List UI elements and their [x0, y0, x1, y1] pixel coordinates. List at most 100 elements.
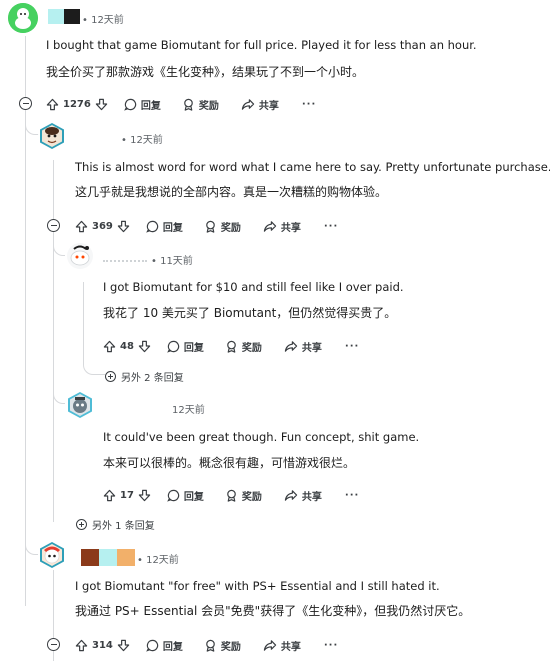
reply-button[interactable]: 回复: [167, 488, 204, 503]
more-options-button[interactable]: ···: [302, 99, 316, 110]
username-redacted[interactable]: [103, 254, 147, 262]
comment-text-cn: 我花了 10 美元买了 Biomutant，但仍然觉得买贵了。: [103, 306, 397, 320]
downvote-icon[interactable]: [117, 639, 130, 652]
share-button[interactable]: 共享: [284, 488, 322, 503]
share-icon: [263, 639, 277, 651]
vote-group: 48: [103, 340, 151, 353]
comment-actions: 1276 回复 奖励 共享 ···: [46, 95, 316, 113]
comment-actions: 17 回复 奖励 共享 ···: [103, 486, 359, 504]
comment-actions: 48 回复 奖励 共享 ···: [103, 337, 359, 355]
comment-text-en: I bought that game Biomutant for full pr…: [46, 38, 477, 52]
award-icon: [227, 489, 236, 502]
snoo-avatar-icon: [8, 3, 38, 33]
share-button[interactable]: 共享: [284, 339, 322, 354]
share-icon: [284, 340, 298, 352]
more-options-button[interactable]: ···: [345, 490, 359, 501]
more-replies-button[interactable]: 另外 2 条回复: [105, 369, 184, 384]
vote-count: 369: [92, 220, 113, 232]
award-icon: [206, 220, 215, 233]
thread-elbow: [83, 355, 105, 375]
snoo-avatar-icon: [67, 243, 93, 269]
username-redacted[interactable]: [99, 549, 117, 566]
award-button[interactable]: 奖励: [182, 97, 219, 112]
avatar[interactable]: [66, 242, 94, 270]
comment-icon: [124, 98, 137, 111]
more-options-button[interactable]: ···: [345, 341, 359, 352]
reply-button[interactable]: 回复: [124, 97, 161, 112]
thread-line-level2: [53, 160, 54, 522]
upvote-icon[interactable]: [75, 639, 88, 652]
more-replies-button[interactable]: 另外 1 条回复: [76, 517, 155, 532]
username-redacted[interactable]: [81, 549, 99, 566]
avatar[interactable]: [8, 3, 38, 33]
comment-timestamp: 12天前: [172, 405, 205, 416]
comment-text-cn: 本来可以很棒的。概念很有趣，可惜游戏很烂。: [103, 456, 356, 470]
award-icon: [227, 340, 236, 353]
upvote-icon[interactable]: [46, 98, 59, 111]
comment-actions: 369 回复 奖励 共享 ···: [75, 217, 338, 235]
upvote-icon[interactable]: [103, 340, 116, 353]
downvote-icon[interactable]: [95, 98, 108, 111]
comment-actions: 314 回复 奖励 共享 ···: [75, 636, 338, 654]
hexagon-avatar-icon: [68, 392, 92, 418]
comment-icon: [146, 220, 159, 233]
comment-timestamp: • 12天前: [121, 135, 163, 146]
comment-timestamp: • 12天前: [137, 555, 179, 566]
downvote-icon[interactable]: [138, 489, 151, 502]
award-button[interactable]: 奖励: [225, 488, 262, 503]
upvote-icon[interactable]: [75, 220, 88, 233]
comment-text-cn: 这几乎就是我想说的全部内容。真是一次糟糕的购物体验。: [75, 185, 388, 199]
collapse-icon[interactable]: [47, 219, 60, 232]
username-redacted[interactable]: [64, 9, 80, 24]
comment-timestamp: • 11天前: [151, 256, 193, 267]
avatar[interactable]: [38, 541, 66, 569]
downvote-icon[interactable]: [138, 340, 151, 353]
award-icon: [184, 98, 193, 111]
more-options-button[interactable]: ···: [324, 640, 338, 651]
share-icon: [241, 98, 255, 110]
vote-group: 369: [75, 220, 130, 233]
comment-text-en: It could've been great though. Fun conce…: [103, 430, 420, 444]
hexagon-avatar-icon: [40, 542, 64, 568]
comment-text-en: I got Biomutant for $10 and still feel l…: [103, 280, 404, 294]
vote-count: 48: [120, 340, 134, 352]
more-options-button[interactable]: ···: [324, 221, 338, 232]
avatar[interactable]: [38, 122, 66, 150]
username-redacted[interactable]: [117, 549, 135, 566]
reply-button[interactable]: 回复: [146, 638, 183, 653]
vote-group: 314: [75, 639, 130, 652]
thread-elbow: [53, 370, 65, 404]
avatar[interactable]: [66, 391, 94, 419]
share-icon: [263, 220, 277, 232]
vote-group: 1276: [46, 98, 108, 111]
expand-icon: [76, 519, 87, 530]
share-icon: [284, 489, 298, 501]
upvote-icon[interactable]: [103, 489, 116, 502]
username-redacted[interactable]: [48, 9, 64, 24]
vote-count: 1276: [63, 98, 91, 110]
vote-count: 17: [120, 489, 134, 501]
reply-button[interactable]: 回复: [146, 219, 183, 234]
reply-button[interactable]: 回复: [167, 339, 204, 354]
hexagon-avatar-icon: [40, 123, 64, 149]
thread-line-level3: [83, 282, 84, 360]
award-button[interactable]: 奖励: [204, 638, 241, 653]
comment-timestamp: • 12天前: [82, 15, 124, 26]
vote-count: 314: [92, 639, 113, 651]
share-button[interactable]: 共享: [241, 97, 279, 112]
award-button[interactable]: 奖励: [225, 339, 262, 354]
award-button[interactable]: 奖励: [204, 219, 241, 234]
comment-text-en: This is almost word for word what I came…: [75, 160, 550, 174]
vote-group: 17: [103, 489, 151, 502]
share-button[interactable]: 共享: [263, 638, 301, 653]
collapse-icon[interactable]: [19, 97, 32, 110]
comment-text-en: I got Biomutant "for free" with PS+ Esse…: [75, 579, 440, 593]
collapse-icon[interactable]: [47, 638, 60, 651]
share-button[interactable]: 共享: [263, 219, 301, 234]
award-icon: [206, 639, 215, 652]
comment-text-cn: 我全价买了那款游戏《生化变种》，结果玩了不到一个小时。: [46, 65, 365, 79]
expand-icon: [105, 371, 116, 382]
comment-icon: [146, 639, 159, 652]
downvote-icon[interactable]: [117, 220, 130, 233]
comment-icon: [167, 489, 180, 502]
